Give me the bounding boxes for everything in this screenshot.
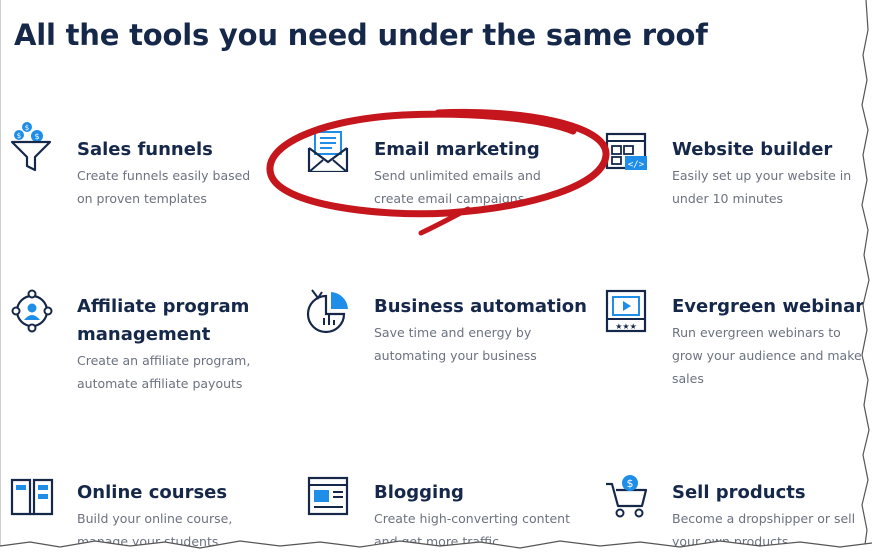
feature-email-marketing[interactable]: Email marketing Send unlimited emails an… — [306, 120, 586, 230]
feature-sales-funnels[interactable]: $ $ $ Sales funnels Create funnels easil… — [9, 120, 269, 230]
feature-desc: Create funnels easily based on proven te… — [77, 168, 251, 206]
feature-title-line-1: Affiliate program — [77, 296, 250, 317]
automation-chart-icon — [306, 288, 352, 334]
feature-desc: Create high-converting content and get m… — [374, 511, 571, 549]
svg-text:★★★: ★★★ — [615, 322, 637, 331]
page-title: All the tools you need under the same ro… — [14, 18, 708, 52]
feature-title: Evergreen webinars — [672, 296, 867, 317]
feature-desc: Easily set up your website in under 10 m… — [672, 168, 852, 206]
feature-desc: Save time and energy by automating your … — [374, 325, 537, 363]
shopping-cart-icon: $ — [604, 474, 650, 520]
feature-title: Online courses — [77, 482, 228, 503]
feature-affiliate[interactable]: Affiliate program management Create an a… — [9, 288, 269, 408]
open-book-icon — [9, 474, 55, 520]
feature-desc: Build your online course, manage your st… — [77, 511, 233, 549]
feature-desc: Send unlimited emails and create email c… — [374, 168, 541, 206]
feature-title: Sales funnels — [77, 139, 213, 160]
feature-desc: Create an affiliate program, automate af… — [77, 353, 251, 391]
webinar-play-icon: ★★★ — [604, 288, 650, 334]
feature-title-line-2: management — [77, 324, 211, 345]
page-frame: All the tools you need under the same ro… — [0, 0, 867, 550]
feature-desc: Become a dropshipper or sell your own pr… — [672, 511, 856, 549]
svg-text:$: $ — [34, 132, 39, 141]
feature-blogging[interactable]: Blogging Create high-converting content … — [306, 474, 586, 550]
email-newsletter-icon — [306, 120, 352, 174]
feature-website-builder[interactable]: </> Website builder Easily set up your w… — [604, 120, 867, 230]
blog-article-icon — [306, 474, 352, 520]
feature-title: Email marketing — [374, 139, 540, 160]
svg-text:</>: </> — [628, 160, 645, 170]
feature-business-automation[interactable]: Business automation Save time and energy… — [306, 288, 587, 398]
svg-text:$: $ — [25, 124, 29, 132]
feature-evergreen-webinars[interactable]: ★★★ Evergreen webinars Run evergreen web… — [604, 288, 867, 398]
funnel-icon: $ $ $ — [9, 120, 55, 172]
feature-title: Business automation — [374, 296, 587, 317]
feature-title: Website builder — [672, 139, 833, 160]
feature-desc: Run evergreen webinars to grow your audi… — [672, 325, 862, 386]
svg-text:$: $ — [17, 132, 21, 140]
feature-title: Sell products — [672, 482, 806, 503]
svg-text:$: $ — [627, 477, 634, 490]
affiliate-network-icon — [9, 288, 55, 334]
feature-online-courses[interactable]: Online courses Build your online course,… — [9, 474, 269, 550]
feature-title: Blogging — [374, 482, 464, 503]
website-code-icon: </> — [604, 120, 650, 170]
feature-sell-products[interactable]: $ Sell products Become a dropshipper or … — [604, 474, 867, 550]
